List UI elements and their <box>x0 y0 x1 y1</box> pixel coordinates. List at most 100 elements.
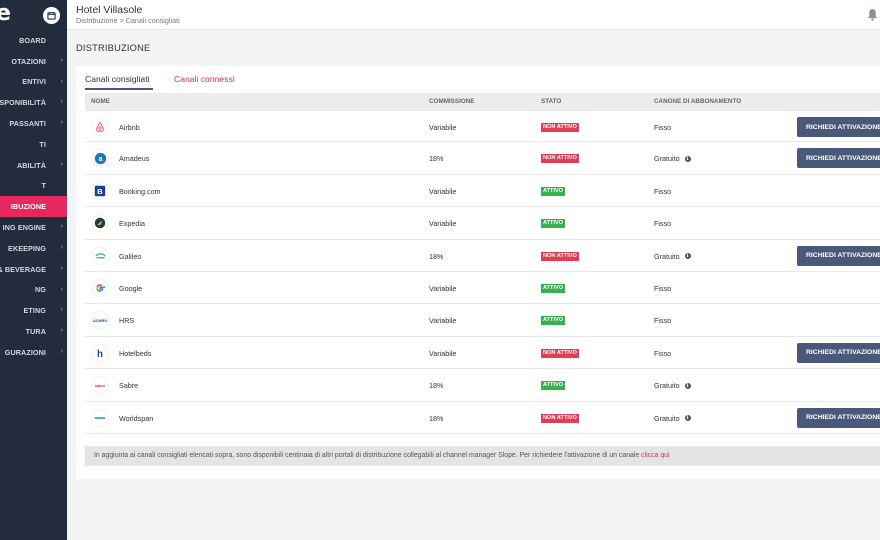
page-title: DISTRIBUZIONE <box>76 43 151 53</box>
booking-logo-icon: B <box>92 183 108 199</box>
sidebar-item-label: E DISPONIBILITÀ <box>0 98 46 108</box>
sidebar-item-label: & BEVERAGE <box>0 264 46 274</box>
footer-note: In aggiunta ai canali consigliati elenca… <box>85 446 880 466</box>
sidebar-item[interactable]: & BEVERAGE › <box>0 259 67 280</box>
request-activation-button[interactable]: RICHIEDI ATTIVAZIONE <box>797 148 880 169</box>
sidebar-item[interactable]: ENTIVI › <box>0 72 67 93</box>
hotel-name: Hotel Villasole <box>76 4 143 16</box>
commission-value: 18% <box>429 154 444 164</box>
commission-value: 18% <box>429 381 444 391</box>
info-icon[interactable]: i <box>684 415 691 422</box>
fee-cell: Gratuito i <box>654 154 691 163</box>
distribution-panel: Canali consigliati Canali connessi NOME … <box>76 66 880 479</box>
channel-name: Expedia <box>119 219 145 229</box>
header-fee: CANONE DI ABBONAMENTO <box>654 98 742 105</box>
fee-cell: Fisso <box>654 123 671 132</box>
fee-value: Fisso <box>654 186 672 196</box>
commission-value: Variabile <box>429 123 457 132</box>
sabre-logo-icon: sabre <box>92 377 108 393</box>
fee-value: Fisso <box>654 219 672 229</box>
info-icon[interactable]: i <box>684 382 691 389</box>
fee-value: Gratuito <box>654 381 680 391</box>
sidebar-item[interactable]: PASSANTI › <box>0 113 67 134</box>
sidebar-item[interactable]: TI <box>0 134 67 155</box>
channel-name: Sabre <box>119 381 139 391</box>
sidebar-item-label: BOARD <box>19 35 46 45</box>
sidebar-item[interactable]: TURA › <box>0 321 67 342</box>
sidebar-item-label: ABILITÀ <box>16 160 46 170</box>
table-row: a Amadeus 18% NON ATTIVO Gratuito i RICHIEDI A… <box>85 142 880 175</box>
sidebar-item[interactable]: GURAZIONI › <box>0 342 67 363</box>
request-activation-button[interactable]: RICHIEDI ATTIVAZIONE <box>797 245 880 266</box>
chevron-right-icon: › <box>60 160 63 168</box>
status-badge: ATTIVO <box>541 381 566 391</box>
chevron-right-icon: › <box>60 306 63 314</box>
top-header: Hotel Villasole Distribuzione > Canali c… <box>67 0 880 30</box>
table-row: Galileo 18% NON ATTIVO Gratuito i RICHIEDI AT… <box>85 240 880 272</box>
channels-table: NOME COMMISSIONE STATO CANONE DI ABBONAM… <box>85 93 880 434</box>
sidebar-item-label: GURAZIONI <box>4 347 46 357</box>
fee-value: Fisso <box>654 123 672 132</box>
request-activation-button[interactable]: RICHIEDI ATTIVAZIONE <box>797 117 880 137</box>
sidebar-item[interactable]: BOARD <box>0 30 67 51</box>
table-row: sabre Sabre 18% ATTIVO Gratuito i <box>85 369 880 402</box>
sidebar-item[interactable]: NG › <box>0 280 67 301</box>
commission-value: Variabile <box>429 186 457 196</box>
hotelbeds-logo-icon: h <box>92 345 108 361</box>
info-icon[interactable]: i <box>684 155 691 162</box>
channel-name: Hotelbeds <box>119 348 152 358</box>
sidebar-item-label: OTAZIONI <box>11 56 46 66</box>
fee-value: Gratuito <box>654 154 680 164</box>
fee-value: Fisso <box>654 348 672 358</box>
request-activation-button[interactable]: RICHIEDI ATTIVAZIONE <box>797 407 880 428</box>
sidebar-item-label: EKEEPING <box>8 243 46 253</box>
sidebar-item-label: ENTIVI <box>22 77 46 87</box>
info-icon[interactable]: i <box>684 253 691 260</box>
footer-link[interactable]: clicca qui <box>641 452 669 459</box>
table-row: ACHRS HRS Variabile ATTIVO Fisso <box>85 304 880 337</box>
svg-text:sabre: sabre <box>95 383 106 388</box>
expedia-logo-icon <box>92 215 108 231</box>
sidebar-item-label: ING ENGINE <box>2 223 46 233</box>
table-row: h Hotelbeds Variabile NON ATTIVO Fisso RICHIE… <box>85 337 880 370</box>
chevron-right-icon: › <box>60 77 63 85</box>
sidebar-item[interactable]: ABILITÀ › <box>0 155 67 176</box>
sidebar-item[interactable]: E DISPONIBILITÀ › <box>0 92 67 113</box>
sidebar: e BOARDOTAZIONI›ENTIVI›E DISPONIBILITÀ›P… <box>0 0 67 540</box>
bell-icon[interactable] <box>867 8 878 21</box>
sidebar-item[interactable]: ETING › <box>0 300 67 321</box>
calendar-button[interactable] <box>43 7 60 24</box>
sidebar-item[interactable]: OTAZIONI › <box>0 51 67 72</box>
table-row: Google Variabile ATTIVO Fisso <box>85 272 880 305</box>
hrs-logo-icon: ACHRS <box>92 312 108 328</box>
sidebar-item-label: NG <box>35 285 46 295</box>
calendar-icon <box>47 11 56 20</box>
chevron-right-icon: › <box>60 119 63 127</box>
channel-name: Amadeus <box>119 154 150 164</box>
sidebar-item[interactable]: IBUZIONE <box>0 196 67 218</box>
sidebar-item[interactable]: EKEEPING › <box>0 238 67 259</box>
sidebar-item-label: TI <box>39 139 46 149</box>
footer-text: In aggiunta ai canali consigliati elenca… <box>94 452 640 459</box>
table-row: Worldspan 18% NON ATTIVO Gratuito i RICHIEDI … <box>85 402 880 434</box>
google-logo-icon <box>92 280 108 296</box>
status-badge: NON ATTIVO <box>541 251 579 261</box>
fee-cell: Gratuito i <box>654 252 691 261</box>
chevron-right-icon: › <box>60 347 63 355</box>
sidebar-item[interactable]: T <box>0 176 67 197</box>
commission-value: Variabile <box>429 348 457 358</box>
fee-cell: Gratuito i <box>654 414 691 423</box>
tab-connected-channels[interactable]: Canali connessi <box>174 74 235 88</box>
chevron-right-icon: › <box>60 223 63 231</box>
fee-cell: Fisso <box>654 284 671 293</box>
request-activation-button[interactable]: RICHIEDI ATTIVAZIONE <box>797 342 880 363</box>
sidebar-item[interactable]: ING ENGINE › <box>0 217 67 238</box>
table-header: NOME COMMISSIONE STATO CANONE DI ABBONAM… <box>85 93 880 110</box>
channel-name: HRS <box>119 316 135 326</box>
chevron-right-icon: › <box>60 56 63 64</box>
commission-value: Variabile <box>429 219 457 229</box>
tab-recommended-channels[interactable]: Canali consigliati <box>85 74 153 90</box>
commission-value: Variabile <box>429 316 457 326</box>
fee-cell: Gratuito i <box>654 381 691 390</box>
svg-text:h: h <box>97 348 103 358</box>
